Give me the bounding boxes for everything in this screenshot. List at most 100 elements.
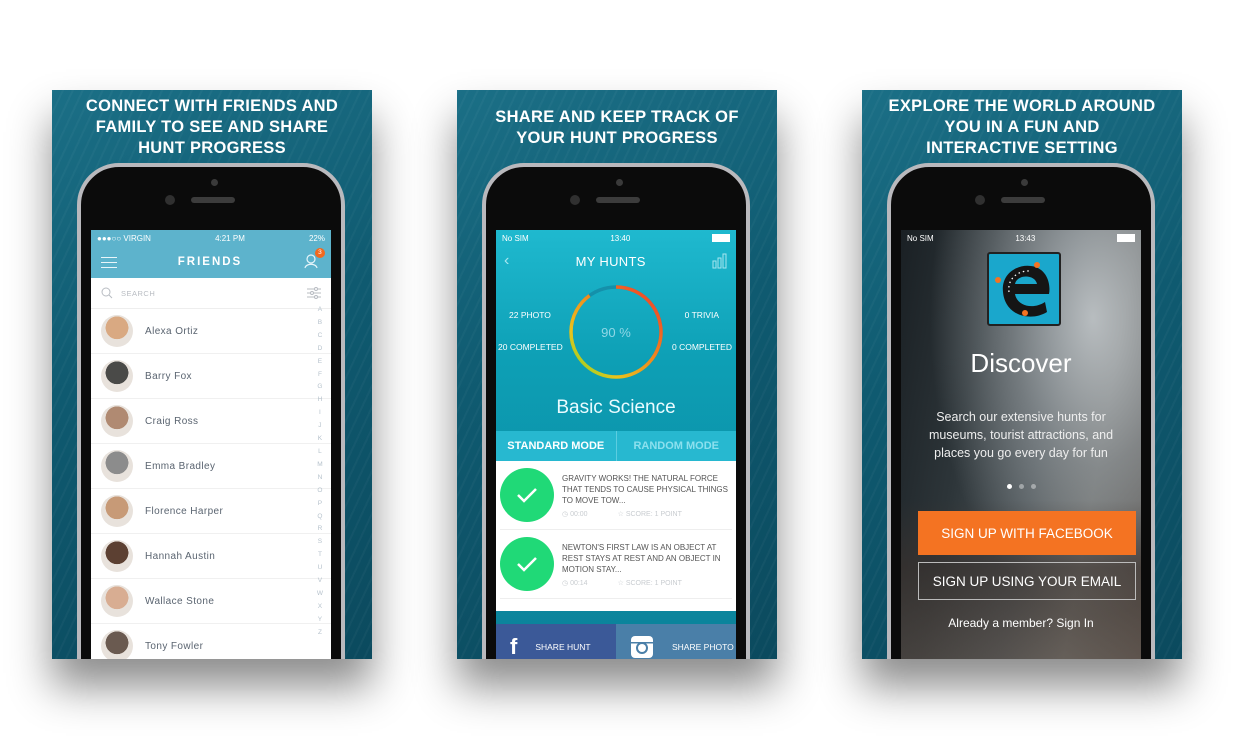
question-item[interactable]: GRAVITY WORKS! THE NATURAL FORCE THAT TE… bbox=[500, 461, 732, 530]
page-dot[interactable] bbox=[1018, 484, 1024, 489]
page-dot[interactable] bbox=[1030, 484, 1036, 489]
friend-row[interactable]: Tony Fowler bbox=[91, 624, 331, 659]
share-photo-label: SHARE PHOTO bbox=[672, 642, 734, 652]
alphabet-letter[interactable]: S bbox=[317, 536, 323, 549]
alphabet-letter[interactable]: V bbox=[317, 575, 323, 588]
alphabet-letter[interactable]: Q bbox=[317, 511, 323, 524]
question-item[interactable]: NEWTON'S FIRST LAW IS AN OBJECT AT REST … bbox=[500, 530, 732, 599]
alphabet-letter[interactable]: A bbox=[317, 304, 323, 317]
question-text: GRAVITY WORKS! THE NATURAL FORCE THAT TE… bbox=[562, 473, 728, 505]
avatar bbox=[101, 450, 133, 482]
friend-name: Barry Fox bbox=[145, 370, 192, 382]
question-list: GRAVITY WORKS! THE NATURAL FORCE THAT TE… bbox=[496, 461, 736, 611]
phone-frame: No SIM 13:43 Discover Search our extensi… bbox=[887, 163, 1155, 659]
front-camera bbox=[570, 195, 580, 205]
alphabet-letter[interactable]: F bbox=[317, 369, 323, 382]
alphabet-letter[interactable]: W bbox=[317, 588, 323, 601]
speaker-grille bbox=[191, 197, 235, 203]
friend-row[interactable]: Barry Fox bbox=[91, 354, 331, 399]
clock: 13:43 bbox=[1015, 233, 1036, 243]
friend-row[interactable]: Alexa Ortiz bbox=[91, 309, 331, 354]
panel-discover: EXPLORE THE WORLD AROUND YOU IN A FUN AN… bbox=[862, 90, 1182, 659]
back-icon[interactable]: ‹ bbox=[504, 252, 509, 270]
status-bar: ●●●○○ VIRGIN 4:21 PM 22% bbox=[91, 230, 331, 246]
progress-ring: 90 % bbox=[569, 285, 663, 379]
alphabet-letter[interactable]: J bbox=[317, 420, 323, 433]
alphabet-letter[interactable]: H bbox=[317, 394, 323, 407]
page-dot[interactable] bbox=[1006, 484, 1012, 489]
camera-dot bbox=[211, 179, 218, 186]
check-icon bbox=[500, 537, 554, 591]
instagram-icon bbox=[631, 636, 653, 658]
friend-name: Hannah Austin bbox=[145, 550, 216, 562]
friend-requests-button[interactable]: 3 bbox=[303, 248, 325, 271]
alphabet-letter[interactable]: X bbox=[317, 601, 323, 614]
search-input[interactable]: SEARCH bbox=[91, 278, 331, 309]
tab-standard-mode[interactable]: STANDARD MODE bbox=[496, 431, 617, 461]
share-hunt-label: SHARE HUNT bbox=[535, 642, 591, 652]
filter-icon[interactable] bbox=[307, 287, 321, 299]
alphabet-letter[interactable]: E bbox=[317, 356, 323, 369]
alphabet-letter[interactable]: T bbox=[317, 549, 323, 562]
progress-label: 90 % bbox=[601, 325, 631, 340]
alphabet-letter[interactable]: I bbox=[317, 407, 323, 420]
alphabet-letter[interactable]: O bbox=[317, 485, 323, 498]
panel-headline: EXPLORE THE WORLD AROUND YOU IN A FUN AN… bbox=[888, 97, 1156, 157]
friend-row[interactable]: Wallace Stone bbox=[91, 579, 331, 624]
question-time: ◷ 00:14 bbox=[562, 579, 588, 587]
stats-icon[interactable] bbox=[712, 253, 728, 269]
photo-count: 22 PHOTO bbox=[509, 310, 551, 320]
battery-icon bbox=[711, 234, 730, 242]
panel-friends: CONNECT WITH FRIENDS AND FAMILY TO SEE A… bbox=[52, 90, 372, 659]
question-score: ☆ SCORE: 1 POINT bbox=[617, 510, 682, 518]
sign-in-link[interactable]: Already a member? Sign In bbox=[901, 616, 1141, 630]
alphabet-letter[interactable]: Y bbox=[317, 614, 323, 627]
friend-name: Emma Bradley bbox=[145, 460, 216, 472]
page-indicator[interactable] bbox=[901, 484, 1141, 489]
page-title: MY HUNTS bbox=[575, 253, 646, 269]
alphabet-letter[interactable]: U bbox=[317, 562, 323, 575]
question-time: ◷ 00:00 bbox=[562, 510, 588, 518]
camera-dot bbox=[1021, 179, 1028, 186]
friend-name: Craig Ross bbox=[145, 415, 199, 427]
alphabet-letter[interactable]: C bbox=[317, 330, 323, 343]
share-bar: f SHARE HUNT SHARE PHOTO bbox=[496, 624, 736, 659]
alphabet-letter[interactable]: M bbox=[317, 459, 323, 472]
avatar bbox=[101, 360, 133, 392]
search-icon bbox=[101, 287, 113, 299]
friend-row[interactable]: Florence Harper bbox=[91, 489, 331, 534]
clock: 4:21 PM bbox=[215, 233, 245, 243]
alphabet-letter[interactable]: B bbox=[317, 317, 323, 330]
page-title: FRIENDS bbox=[177, 256, 243, 268]
camera-dot bbox=[616, 179, 623, 186]
avatar bbox=[101, 540, 133, 572]
friends-screen: ●●●○○ VIRGIN 4:21 PM 22% FRIENDS 3 SEARC… bbox=[91, 230, 331, 659]
status-bar: No SIM 13:43 bbox=[901, 230, 1141, 246]
friend-row[interactable]: Hannah Austin bbox=[91, 534, 331, 579]
friend-row[interactable]: Craig Ross bbox=[91, 399, 331, 444]
alphabet-letter[interactable]: P bbox=[317, 498, 323, 511]
share-photo-button[interactable]: SHARE PHOTO bbox=[616, 624, 736, 659]
panel-headline: CONNECT WITH FRIENDS AND FAMILY TO SEE A… bbox=[85, 97, 339, 157]
alphabet-letter[interactable]: N bbox=[317, 472, 323, 485]
tab-random-mode[interactable]: RANDOM MODE bbox=[617, 431, 737, 461]
alphabet-letter[interactable]: L bbox=[317, 446, 323, 459]
my-hunts-screen: No SIM 13:40 ‹ MY HUNTS 22 PHOTO 20 COMP… bbox=[496, 230, 736, 659]
notification-badge: 3 bbox=[314, 248, 325, 258]
menu-icon[interactable] bbox=[101, 256, 117, 268]
signup-facebook-button[interactable]: SIGN UP WITH FACEBOOK bbox=[918, 511, 1136, 555]
speaker-grille bbox=[1001, 197, 1045, 203]
alphabet-letter[interactable]: Z bbox=[317, 627, 323, 640]
friend-name: Alexa Ortiz bbox=[145, 325, 199, 337]
photo-completed: 20 COMPLETED bbox=[498, 342, 563, 352]
app-logo bbox=[987, 252, 1061, 326]
share-hunt-button[interactable]: f SHARE HUNT bbox=[496, 624, 616, 659]
alphabet-letter[interactable]: G bbox=[317, 381, 323, 394]
friend-row[interactable]: Emma Bradley bbox=[91, 444, 331, 489]
check-icon bbox=[500, 468, 554, 522]
alphabet-index[interactable]: ABCDEFGHIJKLMNOPQRSTUVWXYZ bbox=[317, 304, 323, 640]
signup-email-button[interactable]: SIGN UP USING YOUR EMAIL bbox=[918, 562, 1136, 600]
alphabet-letter[interactable]: K bbox=[317, 433, 323, 446]
alphabet-letter[interactable]: D bbox=[317, 343, 323, 356]
alphabet-letter[interactable]: R bbox=[317, 523, 323, 536]
